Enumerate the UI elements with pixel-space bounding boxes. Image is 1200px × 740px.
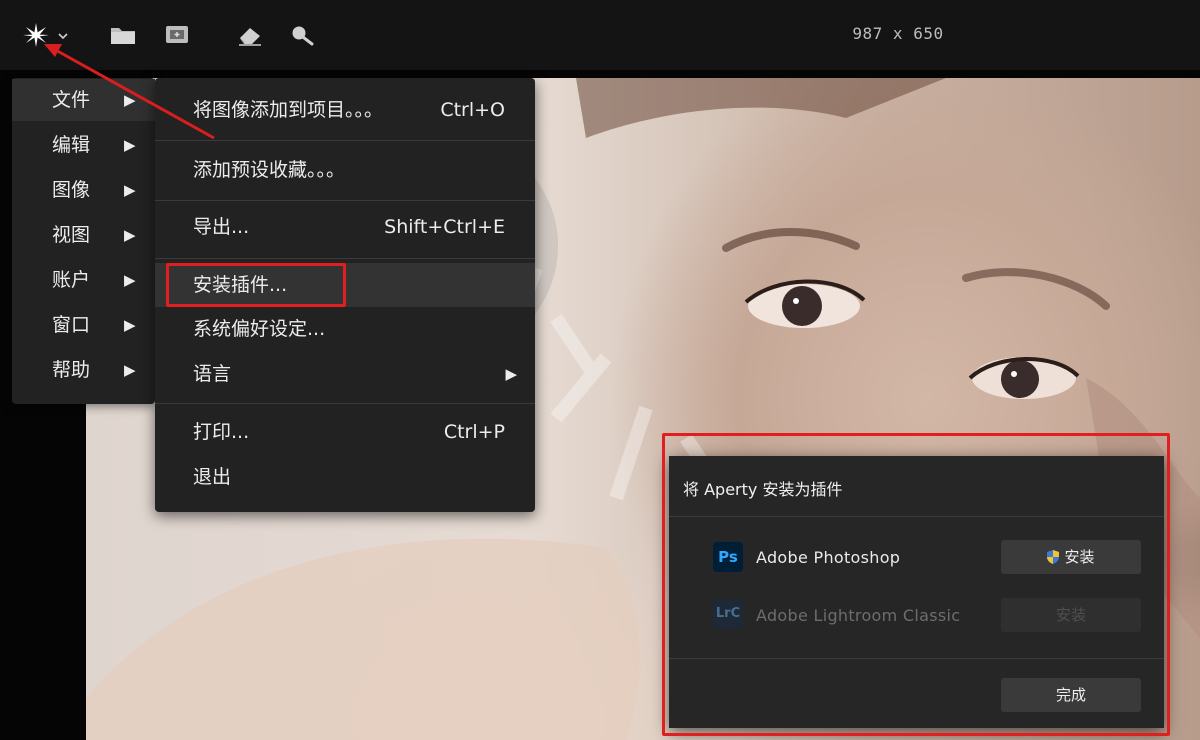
folder-icon[interactable] [109, 22, 137, 48]
menu-shortcut: Ctrl+O [440, 99, 505, 121]
menu-item-label: 帮助 [52, 359, 91, 381]
shield-icon [1047, 550, 1060, 564]
menu-item-label: 添加预设收藏。。。 [193, 159, 346, 181]
menu-print[interactable]: 打印... Ctrl+P [155, 410, 535, 454]
menu-add-preset-favorites[interactable]: 添加预设收藏。。。 [155, 148, 535, 192]
eraser-icon[interactable] [236, 22, 264, 48]
menu-item-label: 退出 [193, 466, 232, 488]
app-name-photoshop: Adobe Photoshop [756, 548, 901, 567]
menu-item-window[interactable]: 窗口 ▶ [12, 304, 155, 346]
menu-item-label: 系统偏好设定... [193, 318, 326, 340]
menu-item-label: 账户 [52, 269, 91, 291]
install-photoshop-button[interactable]: 安装 [1001, 540, 1141, 574]
menu-divider [155, 200, 535, 201]
menu-export[interactable]: 导出... Shift+Ctrl+E [155, 205, 535, 249]
app-name-lightroom-classic: Adobe Lightroom Classic [756, 606, 961, 625]
menu-item-label: 窗口 [52, 314, 91, 336]
install-plugin-dialog: 将 Aperty 安装为插件 Ps Adobe Photoshop 安装 LrC… [669, 456, 1164, 728]
chevron-down-icon[interactable] [56, 22, 70, 48]
submenu-arrow-icon: ▶ [124, 271, 136, 289]
menu-divider [155, 140, 535, 141]
image-dimensions: 987 x 650 [852, 24, 944, 43]
dialog-divider [669, 658, 1164, 659]
menu-item-label: 语言 [193, 363, 232, 385]
menu-item-help[interactable]: 帮助 ▶ [12, 349, 155, 391]
toolbar: 987 x 650 [0, 0, 1200, 71]
menu-divider [155, 403, 535, 404]
menu-item-label: 编辑 [52, 134, 91, 156]
menu-item-label: 文件 [52, 89, 91, 111]
menu-item-label: 导出... [193, 216, 250, 238]
dialog-divider [669, 516, 1164, 517]
menu-item-account[interactable]: 账户 ▶ [12, 259, 155, 301]
menu-system-preferences[interactable]: 系统偏好设定... [155, 307, 535, 351]
install-button-label: 安装 [1055, 606, 1086, 624]
dialog-title: 将 Aperty 安装为插件 [683, 480, 843, 499]
app-logo-icon[interactable] [22, 22, 50, 48]
menu-item-image[interactable]: 图像 ▶ [12, 169, 155, 211]
menu-shortcut: Ctrl+P [443, 421, 505, 443]
menu-add-images[interactable]: 将图像添加到项目。。。 Ctrl+O [155, 88, 535, 132]
menu-item-label: 将图像添加到项目。。。 [193, 99, 384, 121]
file-submenu: 将图像添加到项目。。。 Ctrl+O 添加预设收藏。。。 导出... Shift… [155, 78, 535, 512]
photoshop-icon: Ps [713, 542, 743, 572]
magnifier-icon[interactable] [288, 22, 316, 48]
submenu-arrow-icon: ▶ [124, 226, 136, 244]
install-lightroom-button: 安装 [1001, 598, 1141, 632]
install-button-label: 安装 [1064, 548, 1095, 566]
menu-item-edit[interactable]: 编辑 ▶ [12, 124, 155, 166]
menu-item-label: 安装插件... [193, 274, 288, 296]
menu-item-label: 图像 [52, 179, 91, 201]
menu-divider [155, 258, 535, 259]
submenu-arrow-icon: ▶ [124, 136, 136, 154]
menu-item-view[interactable]: 视图 ▶ [12, 214, 155, 256]
submenu-arrow-icon: ▶ [124, 361, 136, 379]
done-button[interactable]: 完成 [1001, 678, 1141, 712]
menu-language[interactable]: 语言 ▶ [155, 352, 535, 396]
submenu-arrow-icon: ▶ [505, 365, 517, 383]
main-menu: 文件 ▶ 编辑 ▶ 图像 ▶ 视图 ▶ 账户 ▶ 窗口 ▶ 帮助 ▶ [12, 78, 155, 404]
menu-item-file[interactable]: 文件 ▶ [12, 79, 155, 121]
menu-item-label: 视图 [52, 224, 91, 246]
submenu-arrow-icon: ▶ [124, 181, 136, 199]
menu-item-label: 打印... [193, 421, 250, 443]
submenu-arrow-icon: ▶ [124, 316, 136, 334]
lightroom-classic-icon: LrC [713, 599, 743, 629]
menu-install-plugin[interactable]: 安装插件... [155, 263, 535, 307]
submenu-arrow-icon: ▶ [124, 91, 136, 109]
menu-quit[interactable]: 退出 [155, 455, 535, 499]
menu-shortcut: Shift+Ctrl+E [384, 216, 505, 238]
add-image-icon[interactable] [163, 22, 191, 48]
